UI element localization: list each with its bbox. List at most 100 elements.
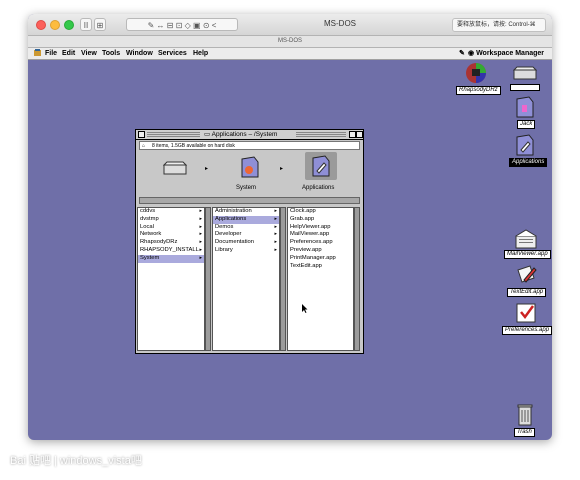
list-item[interactable]: Preferences.app	[288, 239, 353, 247]
menu-edit[interactable]: Edit	[62, 48, 75, 59]
pencil-icon[interactable]: ✎	[459, 48, 465, 59]
list-item[interactable]: Administration ▸	[213, 208, 279, 216]
browser-column-3: Clock.app Grab.app HelpViewer.app MailVi…	[287, 207, 354, 351]
disk-status-icon: ⌂	[142, 143, 146, 149]
window-close-button[interactable]	[356, 131, 363, 138]
workspace-manager-menu[interactable]: ◉ Workspace Manager	[468, 48, 544, 59]
chevron-right-icon: ▸	[199, 223, 202, 230]
disk-status-bar: ⌂ 8 items, 1.5GB available on hard disk	[139, 141, 360, 150]
system-folder-icon[interactable]	[239, 156, 261, 183]
minimize-button[interactable]	[50, 20, 60, 30]
applications-folder-icon[interactable]	[514, 134, 536, 156]
chevron-right-icon: ▸	[274, 246, 277, 253]
preferences-icon[interactable]	[514, 302, 538, 324]
list-item[interactable]: Demos ▸	[213, 224, 279, 232]
shelf-disk-icon[interactable]	[162, 161, 188, 180]
shelf-arrow-icon-2: ▸	[280, 166, 284, 172]
column-3-scrollbar[interactable]	[354, 207, 360, 351]
textedit-icon[interactable]	[514, 264, 538, 286]
horizontal-scrollbar[interactable]	[139, 197, 360, 204]
applications-shelf-icon[interactable]	[305, 152, 337, 180]
chevron-right-icon: ▸	[274, 223, 277, 230]
disk-status-text: 8 items, 1.5GB available on hard disk	[152, 143, 235, 149]
browser-column-1: cddvs ▸ dvstmp ▸ Local ▸ Network ▸ RhapsodyD…	[137, 207, 205, 351]
shelf-label-applications: Applications	[302, 185, 335, 191]
list-item[interactable]: RhapsodyDRz ▸	[138, 239, 204, 247]
printer-icon[interactable]: ⊡	[176, 21, 183, 30]
mouse-cursor-icon	[302, 300, 308, 318]
list-item[interactable]: dvstmp ▸	[138, 216, 204, 224]
file-viewer-window: ▭ Applications – /System ⌂ 8 items, 1.5G…	[135, 129, 364, 354]
file-viewer-title-wrap: ▭ Applications – /System	[204, 130, 277, 139]
close-button[interactable]	[36, 20, 46, 30]
chevron-right-icon: ▸	[199, 215, 202, 222]
list-item[interactable]: Preview.app	[288, 247, 353, 255]
edit-icon[interactable]: ✎	[148, 21, 155, 30]
list-item[interactable]: Network ▸	[138, 231, 204, 239]
list-item[interactable]: RHAPSODY_INSTALL ▸	[138, 247, 204, 255]
device-toolbar: ✎ ↔ ⊟ ⊡ ◇ ▣ ⊙ <	[126, 18, 238, 31]
menu-file[interactable]: File	[45, 48, 57, 59]
chevron-right-icon: ▸	[274, 208, 277, 214]
list-item[interactable]: Library ▸	[213, 247, 279, 255]
list-item[interactable]: MailViewer.app	[288, 231, 353, 239]
miniaturize-button[interactable]	[138, 131, 145, 138]
app-logo-icon[interactable]	[33, 48, 42, 61]
globe-icon: ◉	[468, 50, 475, 57]
window-titlebar: II ⊞ ✎ ↔ ⊟ ⊡ ◇ ▣ ⊙ < MS-DOS 要释放鼠标，请按: Co…	[28, 14, 552, 36]
back-icon[interactable]: <	[212, 21, 217, 30]
keyboard-release-hint[interactable]: 要释放鼠标，请按: Control-⌘	[452, 18, 546, 32]
menu-window[interactable]: Window	[126, 48, 153, 59]
jack-folder-icon[interactable]	[514, 96, 536, 118]
hard-disk-icon[interactable]	[512, 66, 538, 82]
list-item[interactable]: Applications ▸	[213, 215, 279, 224]
cd-icon[interactable]: ◇	[185, 21, 191, 30]
column-1-scrollbar[interactable]	[205, 207, 211, 351]
hdd-icon[interactable]: ⊟	[167, 21, 174, 30]
menu-tools[interactable]: Tools	[102, 48, 120, 59]
title-stripes-right	[296, 132, 346, 137]
menu-help[interactable]: Help	[193, 48, 208, 59]
column-2-scrollbar[interactable]	[280, 207, 286, 351]
list-item[interactable]: cddvs ▸	[138, 208, 204, 216]
desktop-label-preferences: Preferences.app	[502, 326, 552, 335]
mailviewer-icon[interactable]	[514, 228, 538, 250]
list-item[interactable]: PrintManager.app	[288, 255, 353, 263]
chevron-right-icon: ▸	[199, 254, 202, 261]
chevron-right-icon: ▸	[274, 215, 277, 222]
drive-icon: ▭	[204, 131, 211, 138]
rhapsody-drive-icon[interactable]	[462, 62, 490, 86]
network-icon[interactable]: ▣	[193, 21, 201, 30]
list-item[interactable]: Documentation ▸	[213, 239, 279, 247]
chevron-right-icon: ▸	[199, 239, 202, 246]
desktop-label-mailviewer: MailViewer.app	[504, 250, 551, 259]
app-menubar: File Edit View Tools Window Services Hel…	[28, 48, 552, 60]
list-item[interactable]: Clock.app	[288, 208, 353, 216]
menu-services[interactable]: Services	[158, 48, 187, 59]
snapshot-icon[interactable]: ⊞	[94, 18, 106, 31]
desktop-label-blank	[510, 84, 540, 91]
file-viewer-titlebar[interactable]: ▭ Applications – /System	[136, 130, 363, 140]
list-item[interactable]: Developer ▸	[213, 231, 279, 239]
list-item[interactable]: HelpViewer.app	[288, 224, 353, 232]
workspace-manager-label: Workspace Manager	[476, 50, 545, 57]
zoom-button[interactable]	[64, 20, 74, 30]
list-item[interactable]: Local ▸	[138, 224, 204, 232]
trash-icon[interactable]	[516, 402, 534, 426]
desktop-label-trash: Trash	[514, 428, 535, 437]
pause-icon[interactable]: II	[80, 18, 92, 31]
desktop-label-rhapsodydrz: RhapsodyDRz	[456, 86, 501, 95]
shelf-arrow-icon: ▸	[205, 166, 209, 172]
list-item[interactable]: TextEdit.app	[288, 263, 353, 271]
desktop-label-applications: Applications	[509, 158, 548, 167]
file-viewer-title: Applications – /System	[211, 131, 278, 138]
desktop-label-textedit: TextEdit.app	[507, 288, 547, 297]
usb-icon[interactable]: ⊙	[203, 21, 210, 30]
resize-box-button[interactable]	[349, 131, 356, 138]
menu-view[interactable]: View	[81, 48, 97, 59]
resize-icon[interactable]: ↔	[157, 21, 165, 30]
list-item[interactable]: System ▸	[138, 254, 204, 263]
chevron-right-icon: ▸	[199, 231, 202, 238]
list-item[interactable]: Grab.app	[288, 216, 353, 224]
chevron-right-icon: ▸	[274, 239, 277, 246]
